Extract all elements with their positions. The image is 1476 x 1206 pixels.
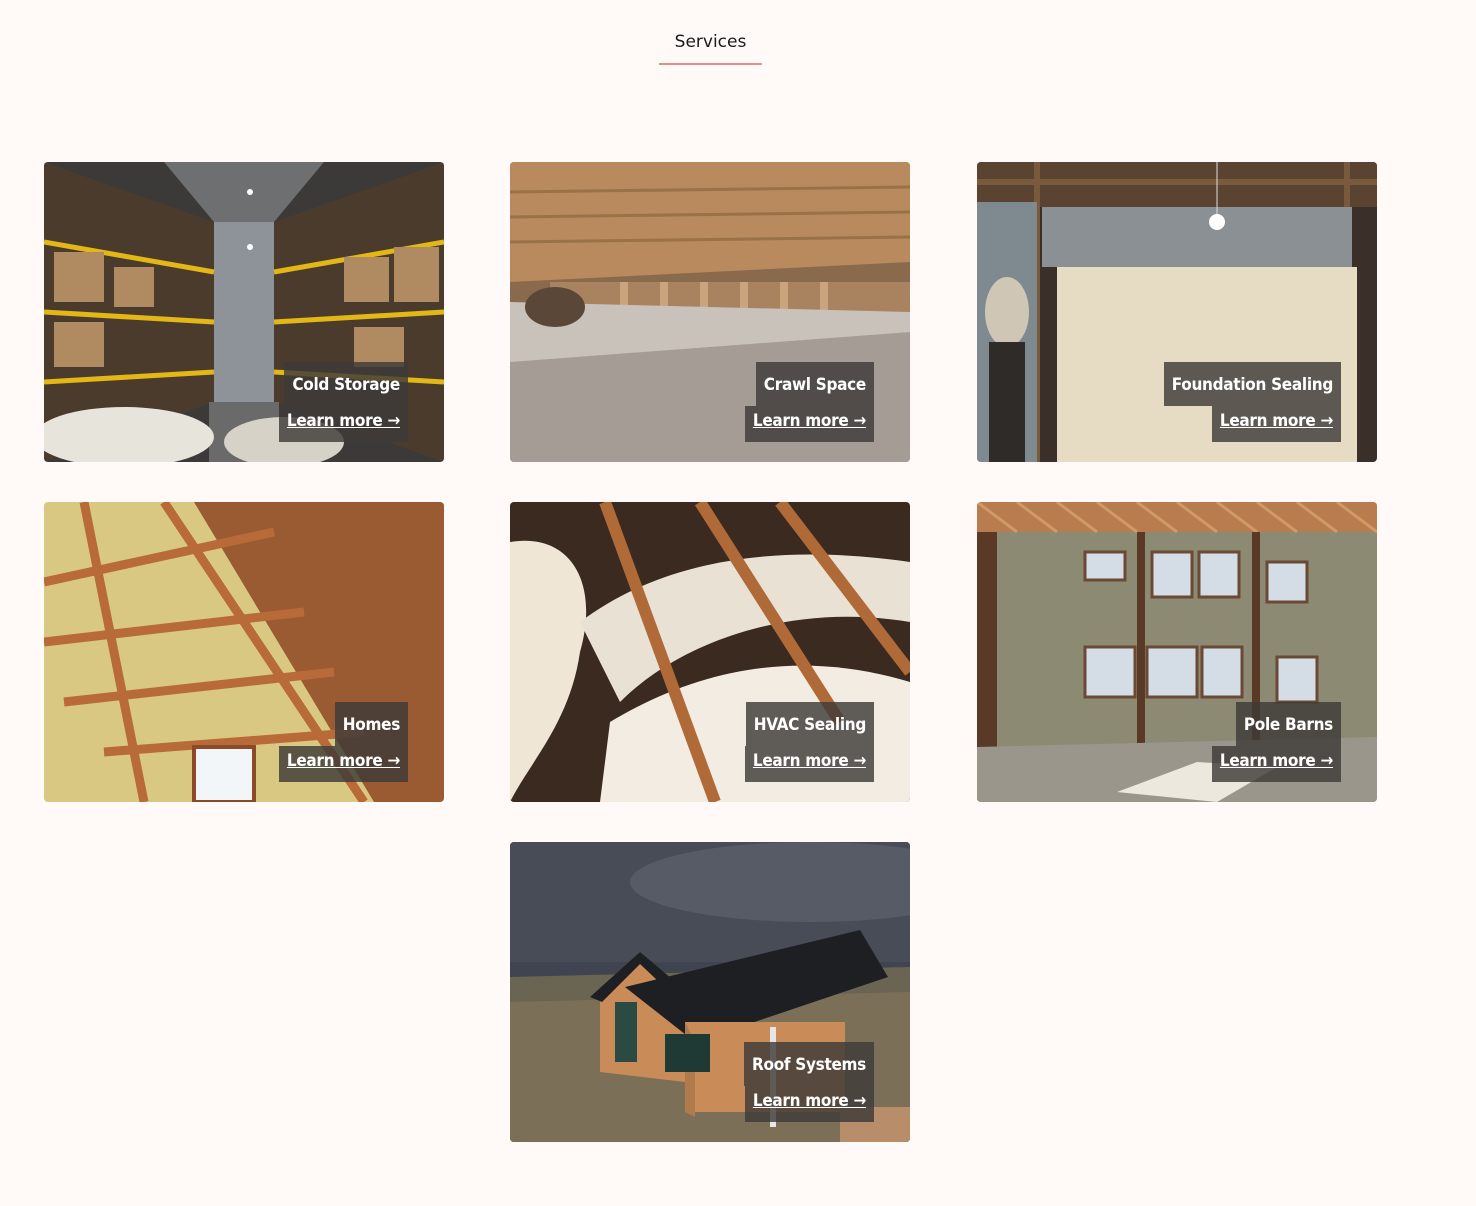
learn-more-link[interactable]: Learn more →	[278, 406, 408, 442]
card-title: Pole Barns	[1235, 702, 1341, 746]
card-caption: Roof Systems Learn more →	[744, 1042, 874, 1122]
card-caption: HVAC Sealing Learn more →	[744, 702, 874, 782]
learn-more-link[interactable]: Learn more →	[744, 1086, 874, 1122]
learn-more-link[interactable]: Learn more →	[1211, 406, 1341, 442]
learn-more-link[interactable]: Learn more →	[278, 746, 408, 782]
card-title: Crawl Space	[755, 362, 874, 406]
tab-active-underline	[659, 63, 762, 65]
service-card-cold-storage[interactable]: Cold Storage Learn more →	[44, 162, 444, 462]
learn-more-link[interactable]: Learn more →	[744, 406, 874, 442]
card-caption: Homes Learn more →	[278, 702, 408, 782]
service-card-homes[interactable]: Homes Learn more →	[44, 502, 444, 802]
learn-more-link[interactable]: Learn more →	[744, 746, 874, 782]
card-caption: Cold Storage Learn more →	[278, 362, 408, 442]
service-card-pole-barns[interactable]: Pole Barns Learn more →	[977, 502, 1377, 802]
service-card-crawl-space[interactable]: Crawl Space Learn more →	[510, 162, 910, 462]
card-caption: Pole Barns Learn more →	[1211, 702, 1341, 782]
card-title: HVAC Sealing	[745, 702, 874, 746]
service-card-hvac-sealing[interactable]: HVAC Sealing Learn more →	[510, 502, 910, 802]
card-title: Cold Storage	[284, 362, 408, 406]
service-card-roof-systems[interactable]: Roof Systems Learn more →	[510, 842, 910, 1142]
card-caption: Crawl Space Learn more →	[744, 362, 874, 442]
service-card-foundation-sealing[interactable]: Foundation Sealing Learn more →	[977, 162, 1377, 462]
tab-services-label: Services	[674, 32, 747, 52]
card-title: Foundation Sealing	[1163, 362, 1341, 406]
tab-services[interactable]: Services	[659, 28, 762, 65]
card-caption: Foundation Sealing Learn more →	[1163, 362, 1341, 442]
card-title: Roof Systems	[744, 1042, 874, 1086]
learn-more-link[interactable]: Learn more →	[1211, 746, 1341, 782]
card-title: Homes	[334, 702, 408, 746]
